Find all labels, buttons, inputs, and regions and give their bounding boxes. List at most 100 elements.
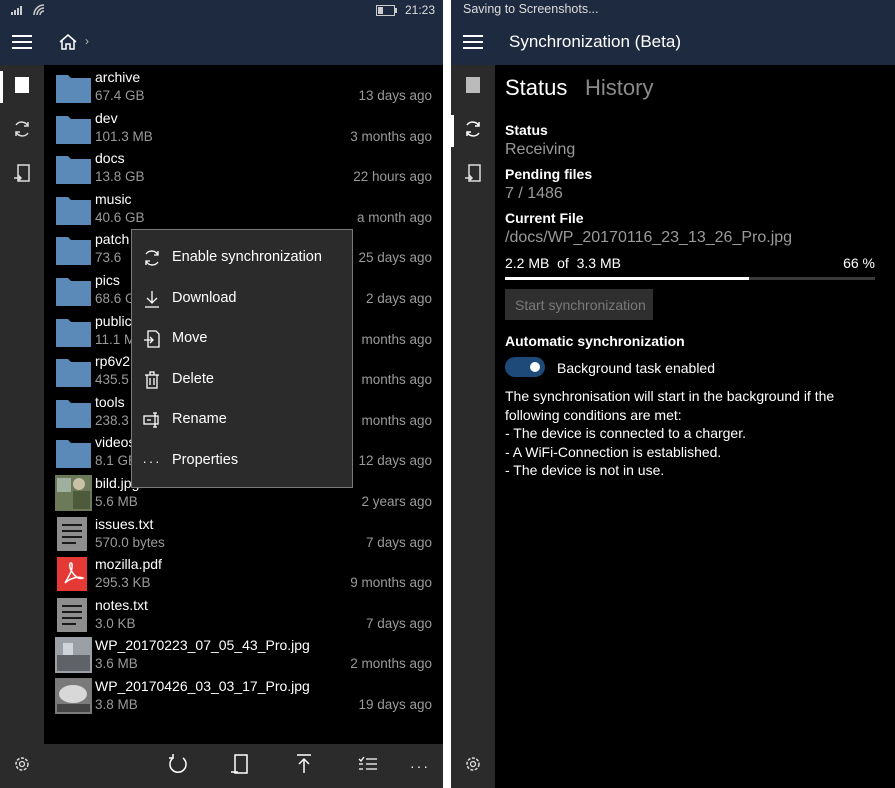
more-icon: ··· — [410, 758, 430, 774]
settings-button[interactable] — [451, 744, 495, 788]
auto-sync-label: Automatic synchronization — [505, 333, 685, 349]
folder-icon — [55, 231, 92, 267]
file-date: 3 months ago — [350, 128, 432, 144]
file-row[interactable]: mozilla.pdf 295.3 KB 9 months ago — [44, 553, 443, 593]
context-menu-item[interactable]: Delete — [132, 360, 352, 400]
folder-icon — [55, 110, 92, 146]
sidebar-item-sync[interactable] — [0, 109, 44, 153]
progress-text: 2.2 MB of 3.3 MB — [505, 255, 621, 271]
file-size: 3.6 MB — [95, 656, 138, 672]
file-size: 13.8 GB — [95, 169, 145, 185]
hamburger-menu-icon[interactable] — [463, 35, 483, 54]
sidebar-item-sync[interactable] — [451, 109, 495, 153]
status-bar: Saving to Screenshots... — [451, 0, 895, 20]
file-date: months ago — [361, 331, 432, 347]
file-size: 295.3 KB — [95, 575, 151, 591]
file-size: 67.4 GB — [95, 88, 145, 103]
file-name: WP_20170223_07_05_43_Pro.jpg — [95, 637, 310, 654]
description-line: following conditions are met: — [505, 406, 682, 423]
file-row[interactable]: music 40.6 GB a month ago — [44, 188, 443, 228]
file-date: 12 days ago — [358, 453, 432, 469]
file-date: 25 days ago — [358, 250, 432, 266]
sidebar-item-files[interactable] — [451, 65, 495, 109]
file-size: 238.3 — [95, 412, 129, 428]
folder-icon — [55, 313, 92, 349]
file-row[interactable]: WP_20170426_03_03_17_Pro.jpg 3.8 MB 19 day… — [44, 675, 443, 715]
file-date: 2 days ago — [365, 291, 432, 306]
sidebar — [0, 65, 44, 744]
context-menu-label: Download — [172, 289, 237, 306]
context-menu-item[interactable]: Rename — [132, 400, 352, 440]
settings-button[interactable] — [0, 744, 44, 788]
file-date: 22 hours ago — [353, 169, 432, 185]
progress-fill — [505, 277, 750, 280]
context-menu-item[interactable]: Download — [132, 279, 352, 319]
file-date: a month ago — [356, 209, 432, 225]
file-name: archive — [95, 69, 141, 85]
signal-icon — [10, 4, 26, 19]
file-size: 73.6 — [95, 250, 122, 266]
background-task-toggle[interactable] — [505, 357, 545, 377]
tab-status[interactable]: Status — [505, 75, 567, 101]
file-row[interactable]: notes.txt 3.0 KB 7 days ago — [44, 594, 443, 634]
more-button[interactable]: ··· — [398, 744, 442, 788]
folder-icon — [55, 394, 92, 430]
context-menu-item[interactable]: Enable synchronization — [132, 238, 352, 278]
select-button[interactable] — [346, 744, 390, 788]
context-menu-item[interactable]: ··· Properties — [132, 441, 352, 481]
context-menu-label: Properties — [172, 452, 239, 468]
gear-icon — [12, 754, 32, 779]
rename-icon — [140, 408, 164, 432]
file-name: mozilla.pdf — [95, 556, 162, 573]
sync-icon — [140, 246, 164, 270]
file-name: music — [95, 190, 132, 207]
start-sync-button[interactable]: Start synchronization — [505, 289, 653, 320]
hamburger-menu-icon[interactable] — [12, 35, 32, 54]
toggle-knob — [530, 362, 540, 372]
move-icon — [140, 327, 164, 351]
pending-files-label: Pending files — [505, 166, 593, 182]
file-row[interactable]: issues.txt 570.0 bytes 7 days ago — [44, 513, 443, 553]
file-browser-screen: 21:23 › archive 67.4 GB 13 days ago dev 101.… — [0, 0, 443, 788]
sync-screen: Saving to Screenshots... Synchronization… — [451, 0, 895, 788]
sidebar-item-device[interactable] — [451, 153, 495, 197]
app-bar: ··· — [44, 744, 443, 788]
folder-icon — [55, 150, 92, 186]
file-name: notes.txt — [95, 596, 148, 613]
file-row[interactable]: dev 101.3 MB 3 months ago — [44, 107, 443, 147]
file-row[interactable]: archive 67.4 GB 13 days ago — [44, 66, 443, 106]
refresh-icon — [167, 753, 189, 780]
file-row[interactable]: docs 13.8 GB 22 hours ago — [44, 147, 443, 187]
context-menu-label: Delete — [172, 370, 214, 387]
sync-device-button[interactable] — [219, 744, 263, 788]
home-icon[interactable] — [58, 33, 78, 56]
status-value: Receiving — [505, 141, 576, 158]
device-icon — [463, 163, 483, 188]
file-row[interactable]: WP_20170223_07_05_43_Pro.jpg 3.6 MB 2 mont… — [44, 634, 443, 674]
file-name: issues.txt — [95, 515, 154, 532]
file-date: 7 days ago — [365, 615, 432, 631]
file-icon — [465, 76, 481, 99]
sidebar-item-device[interactable] — [0, 153, 44, 197]
page-title: Synchronization (Beta) — [509, 32, 681, 51]
context-menu-item[interactable]: Move — [132, 319, 352, 359]
file-date: 7 days ago — [365, 534, 432, 550]
checklist-icon — [357, 753, 379, 780]
status-message: Saving to Screenshots... — [463, 2, 599, 16]
upload-button[interactable] — [282, 744, 326, 788]
sync-icon — [463, 119, 483, 144]
description-line: The synchronisation will start in the ba… — [505, 388, 835, 404]
refresh-button[interactable] — [156, 744, 200, 788]
current-file-label: Current File — [505, 210, 584, 226]
pending-files-value: 7 / 1486 — [505, 185, 563, 202]
context-menu: Enable synchronization Download Move Delete… — [131, 229, 353, 488]
start-sync-button-label: Start synchronization — [515, 297, 646, 313]
context-menu-label: Move — [172, 330, 208, 347]
sidebar-item-files[interactable] — [0, 65, 44, 109]
tab-history[interactable]: History — [585, 75, 653, 101]
description-line: - The device is connected to a charger. — [505, 425, 746, 441]
trash-icon — [140, 368, 164, 392]
file-size: 3.0 KB — [95, 615, 136, 631]
file-size: 11.1 M — [95, 331, 136, 347]
upload-icon — [293, 753, 315, 780]
